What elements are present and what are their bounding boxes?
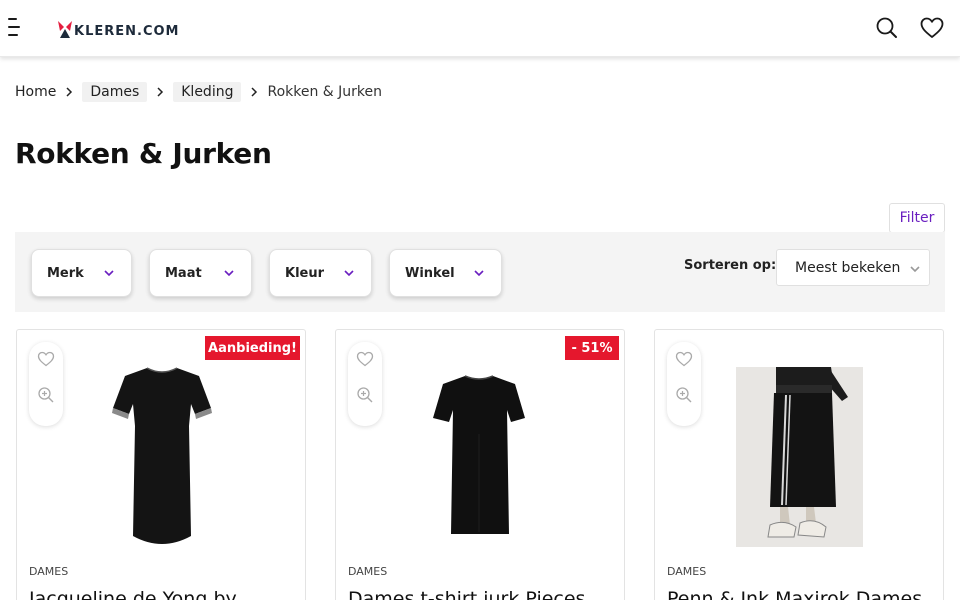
heart-icon[interactable] bbox=[675, 350, 693, 368]
breadcrumb-home[interactable]: Home bbox=[15, 82, 56, 102]
product-actions bbox=[667, 342, 701, 426]
heart-icon[interactable] bbox=[919, 15, 945, 41]
filter-kleur-label: Kleur bbox=[285, 265, 325, 281]
zoom-in-icon[interactable] bbox=[356, 386, 374, 404]
chevron-right-icon bbox=[58, 86, 80, 98]
zoom-in-icon[interactable] bbox=[37, 386, 55, 404]
breadcrumb-current: Rokken & Jurken bbox=[267, 84, 383, 100]
chevron-right-icon bbox=[149, 86, 171, 98]
product-category: DAMES bbox=[667, 565, 707, 578]
logo-mark-icon bbox=[58, 21, 72, 38]
product-category: DAMES bbox=[348, 565, 388, 578]
product-image[interactable] bbox=[109, 366, 215, 550]
heart-icon[interactable] bbox=[356, 350, 374, 368]
sort-value: Meest bekeken bbox=[795, 259, 901, 276]
product-title[interactable]: Jacqueline de Yong by bbox=[29, 588, 237, 600]
product-card[interactable]: - 51% DAMES Dames t-shirt jurk Pieces bbox=[335, 329, 625, 600]
breadcrumb-kleding[interactable]: Kleding bbox=[173, 82, 242, 102]
sale-badge: Aanbieding! bbox=[205, 336, 300, 360]
filter-button[interactable]: Filter bbox=[889, 203, 945, 233]
product-card[interactable]: Aanbieding! DAMES Jacqueline de Yong by bbox=[16, 329, 306, 600]
product-card[interactable]: DAMES Penn & Ink Maxirok Dames bbox=[654, 329, 944, 600]
chevron-down-icon bbox=[224, 270, 234, 277]
chevron-right-icon bbox=[243, 86, 265, 98]
chevron-down-icon bbox=[474, 270, 484, 277]
search-icon[interactable] bbox=[874, 15, 900, 41]
logo-text: KLEREN.COM bbox=[74, 24, 180, 39]
product-title[interactable]: Penn & Ink Maxirok Dames bbox=[667, 588, 922, 600]
filter-merk-label: Merk bbox=[47, 265, 84, 281]
product-image[interactable] bbox=[736, 367, 863, 547]
discount-badge: - 51% bbox=[565, 336, 619, 360]
site-logo[interactable]: KLEREN.COM bbox=[57, 16, 179, 42]
chevron-down-icon bbox=[910, 266, 920, 273]
zoom-in-icon[interactable] bbox=[675, 386, 693, 404]
hamburger-icon[interactable] bbox=[8, 17, 22, 39]
product-category: DAMES bbox=[29, 565, 69, 578]
sort-label: Sorteren op: bbox=[684, 258, 777, 273]
sort-select[interactable]: Meest bekeken bbox=[776, 249, 930, 286]
product-image[interactable] bbox=[431, 374, 527, 540]
heart-icon[interactable] bbox=[37, 350, 55, 368]
filter-maat-label: Maat bbox=[165, 265, 202, 281]
filter-winkel-dropdown[interactable]: Winkel bbox=[389, 249, 502, 297]
page-title: Rokken & Jurken bbox=[15, 137, 272, 170]
filter-maat-dropdown[interactable]: Maat bbox=[149, 249, 252, 297]
chevron-down-icon bbox=[344, 270, 354, 277]
product-actions bbox=[348, 342, 382, 426]
product-title[interactable]: Dames t-shirt jurk Pieces bbox=[348, 588, 585, 600]
filter-bar: Merk Maat Kleur Winkel Sorteren op: Mees… bbox=[15, 232, 945, 312]
product-actions bbox=[29, 342, 63, 426]
filter-winkel-label: Winkel bbox=[405, 265, 455, 281]
breadcrumb: Home Dames Kleding Rokken & Jurken bbox=[15, 80, 382, 104]
breadcrumb-dames[interactable]: Dames bbox=[82, 82, 148, 102]
chevron-down-icon bbox=[104, 270, 114, 277]
site-header: KLEREN.COM bbox=[0, 0, 960, 57]
filter-merk-dropdown[interactable]: Merk bbox=[31, 249, 132, 297]
filter-kleur-dropdown[interactable]: Kleur bbox=[269, 249, 372, 297]
